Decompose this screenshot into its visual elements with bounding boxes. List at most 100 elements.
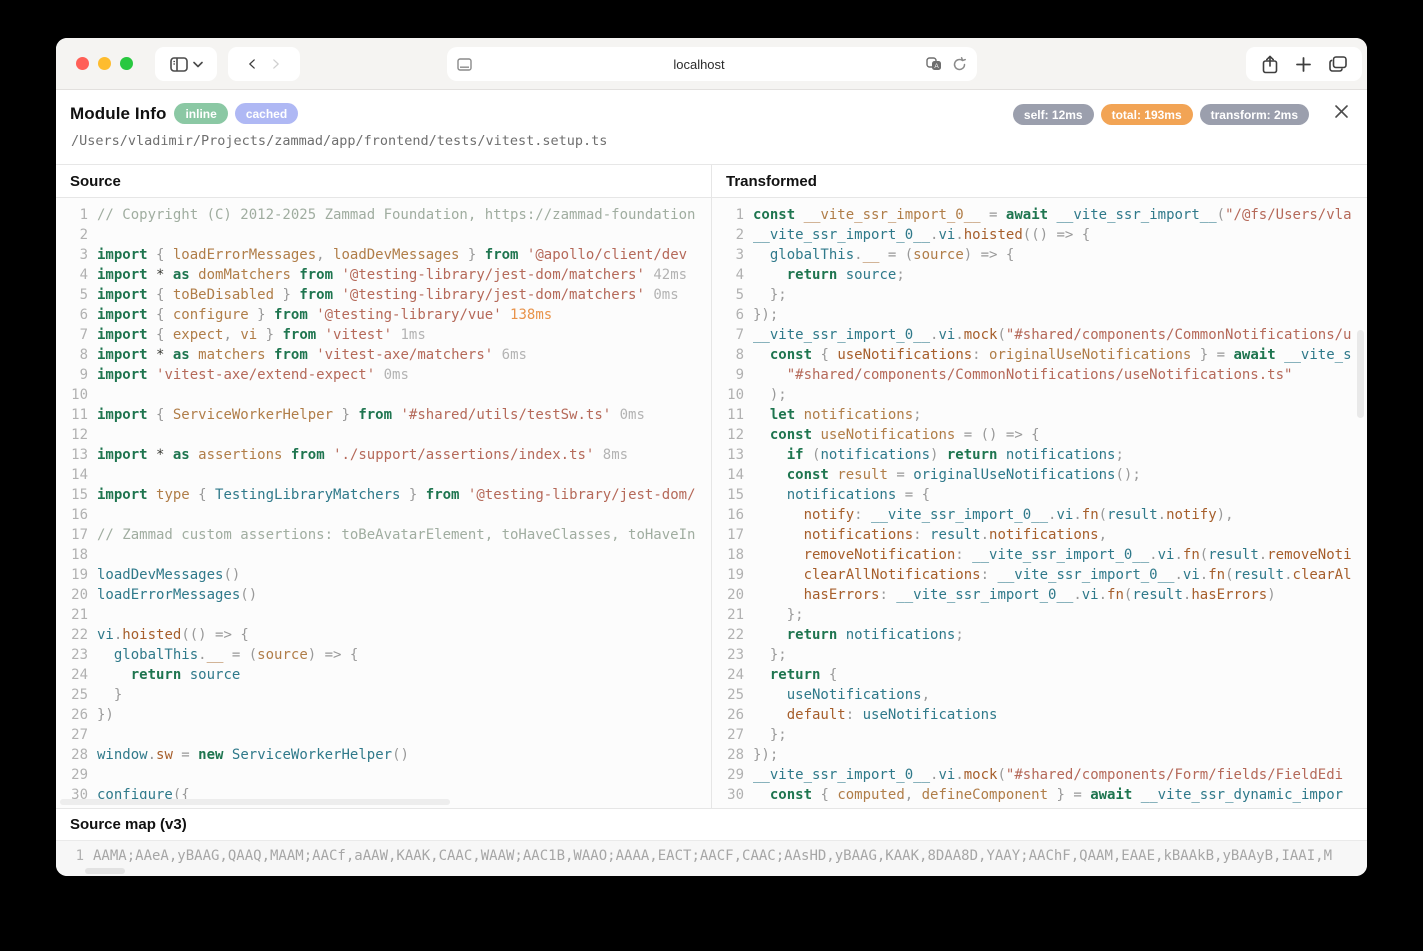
forward-button[interactable] [271, 59, 281, 69]
sourcemap-line-number: 1 [62, 846, 84, 866]
code-line: 29__vite_ssr_import_0__.vi.mock("#shared… [712, 765, 1367, 785]
code-line: 9import 'vitest-axe/extend-expect' 0ms [56, 365, 711, 385]
code-line: 11import { ServiceWorkerHelper } from '#… [56, 405, 711, 425]
code-line: 22vi.hoisted(() => { [56, 625, 711, 645]
close-window-button[interactable] [76, 57, 89, 70]
share-icon[interactable] [1262, 55, 1278, 74]
sourcemap-header: Source map (v3) [56, 809, 1367, 841]
code-line: 24 return { [712, 665, 1367, 685]
code-line: 19 clearAllNotifications: __vite_ssr_imp… [712, 565, 1367, 585]
code-line: 12 const useNotifications = () => { [712, 425, 1367, 445]
page-format-icon[interactable] [457, 58, 472, 71]
code-line: 2__vite_ssr_import_0__.vi.hoisted(() => … [712, 225, 1367, 245]
code-line: 21 }; [712, 605, 1367, 625]
source-code-lines: 1// Copyright (C) 2012-2025 Zammad Found… [56, 198, 711, 808]
sourcemap-line: 1 AAMA;AAeA,yBAAG,QAAQ,MAAM;AACf,aAAW,KA… [56, 846, 1367, 866]
page-title: Module Info [70, 104, 166, 124]
module-flag-badges: inline cached [174, 103, 298, 124]
code-line: 4import * as domMatchers from '@testing-… [56, 265, 711, 285]
sourcemap-horizontal-scrollbar[interactable] [85, 868, 125, 874]
code-line: 18 [56, 545, 711, 565]
sourcemap-mappings: AAMA;AAeA,yBAAG,QAAQ,MAAM;AACf,aAAW,KAAK… [93, 846, 1332, 866]
code-line: 29 [56, 765, 711, 785]
timing-badges: self: 12ms total: 193ms transform: 2ms [1013, 104, 1309, 125]
code-line: 28window.sw = new ServiceWorkerHelper() [56, 745, 711, 765]
transformed-vertical-scrollbar[interactable] [1357, 330, 1364, 418]
traffic-lights [76, 57, 133, 70]
code-line: 15import type { TestingLibraryMatchers }… [56, 485, 711, 505]
module-file-path: /Users/vladimir/Projects/zammad/app/fron… [71, 133, 607, 149]
code-line: 16 [56, 505, 711, 525]
code-line: 1// Copyright (C) 2012-2025 Zammad Found… [56, 205, 711, 225]
badge: inline [174, 103, 227, 124]
code-line: 3 globalThis.__ = (source) => { [712, 245, 1367, 265]
browser-toolbar: localhost A [56, 38, 1367, 90]
code-line: 16 notify: __vite_ssr_import_0__.vi.fn(r… [712, 505, 1367, 525]
code-line: 27 [56, 725, 711, 745]
code-panels: Source 1// Copyright (C) 2012-2025 Zamma… [56, 165, 1367, 808]
code-line: 15 notifications = { [712, 485, 1367, 505]
screen: localhost A [0, 0, 1423, 951]
badge: self: 12ms [1013, 104, 1094, 125]
code-line: 12 [56, 425, 711, 445]
code-line: 10 [56, 385, 711, 405]
code-line: 14 [56, 465, 711, 485]
badge: total: 193ms [1101, 104, 1193, 125]
code-line: 20loadErrorMessages() [56, 585, 711, 605]
zoom-window-button[interactable] [120, 57, 133, 70]
transformed-panel-title: Transformed [726, 173, 817, 190]
code-line: 23 globalThis.__ = (source) => { [56, 645, 711, 665]
code-line: 5 }; [712, 285, 1367, 305]
url-text[interactable]: localhost [673, 57, 724, 72]
minimize-window-button[interactable] [98, 57, 111, 70]
browser-window: localhost A [56, 38, 1367, 876]
back-button[interactable] [247, 59, 257, 69]
code-line: 17// Zammad custom assertions: toBeAvata… [56, 525, 711, 545]
code-line: 3import { loadErrorMessages, loadDevMess… [56, 245, 711, 265]
code-line: 13 if (notifications) return notificatio… [712, 445, 1367, 465]
module-info-header: Module Info inline cached self: 12ms total… [56, 90, 1367, 165]
code-line: 25 } [56, 685, 711, 705]
code-line: 25 useNotifications, [712, 685, 1367, 705]
code-line: 14 const result = originalUseNotificatio… [712, 465, 1367, 485]
tab-overview-icon[interactable] [1329, 56, 1347, 72]
code-line: 8import * as matchers from 'vitest-axe/m… [56, 345, 711, 365]
svg-text:A: A [934, 63, 939, 70]
code-line: 5import { toBeDisabled } from '@testing-… [56, 285, 711, 305]
code-line: 21 [56, 605, 711, 625]
sourcemap-section: Source map (v3) 1 AAMA;AAeA,yBAAG,QAAQ,M… [56, 808, 1367, 876]
source-panel-title: Source [70, 173, 121, 190]
code-line: 4 return source; [712, 265, 1367, 285]
code-line: 30 const { computed, defineComponent } =… [712, 785, 1367, 805]
badge: cached [235, 103, 298, 124]
code-line: 2 [56, 225, 711, 245]
source-horizontal-scrollbar[interactable] [60, 799, 450, 805]
transformed-code-lines: 1const __vite_ssr_import_0__ = await __v… [712, 198, 1367, 808]
code-line: 8 const { useNotifications: originalUseN… [712, 345, 1367, 365]
reload-icon[interactable] [952, 57, 967, 72]
code-line: 22 return notifications; [712, 625, 1367, 645]
sidebar-icon [170, 57, 188, 72]
code-line: 27 }; [712, 725, 1367, 745]
code-line: 18 removeNotification: __vite_ssr_import… [712, 545, 1367, 565]
code-line: 17 notifications: result.notifications, [712, 525, 1367, 545]
code-line: 6import { configure } from '@testing-lib… [56, 305, 711, 325]
code-line: 1const __vite_ssr_import_0__ = await __v… [712, 205, 1367, 225]
translate-icon[interactable]: A [926, 57, 942, 71]
sidebar-toggle-button[interactable] [155, 47, 217, 81]
transformed-panel-header: Transformed [712, 165, 1367, 198]
code-line: 26 default: useNotifications [712, 705, 1367, 725]
badge: transform: 2ms [1200, 104, 1309, 125]
source-panel-header: Source [56, 165, 711, 198]
code-line: 20 hasErrors: __vite_ssr_import_0__.vi.f… [712, 585, 1367, 605]
code-line: 9 "#shared/components/CommonNotification… [712, 365, 1367, 385]
code-line: 10 ); [712, 385, 1367, 405]
close-icon[interactable] [1328, 98, 1354, 124]
new-tab-icon[interactable] [1296, 57, 1311, 72]
toolbar-actions [1246, 47, 1362, 81]
address-bar[interactable]: localhost A [447, 47, 977, 81]
code-line: 7import { expect, vi } from 'vitest' 1ms [56, 325, 711, 345]
sourcemap-body: 1 AAMA;AAeA,yBAAG,QAAQ,MAAM;AACf,aAAW,KA… [56, 841, 1367, 876]
code-line: 6}); [712, 305, 1367, 325]
chevron-down-icon [193, 61, 203, 68]
